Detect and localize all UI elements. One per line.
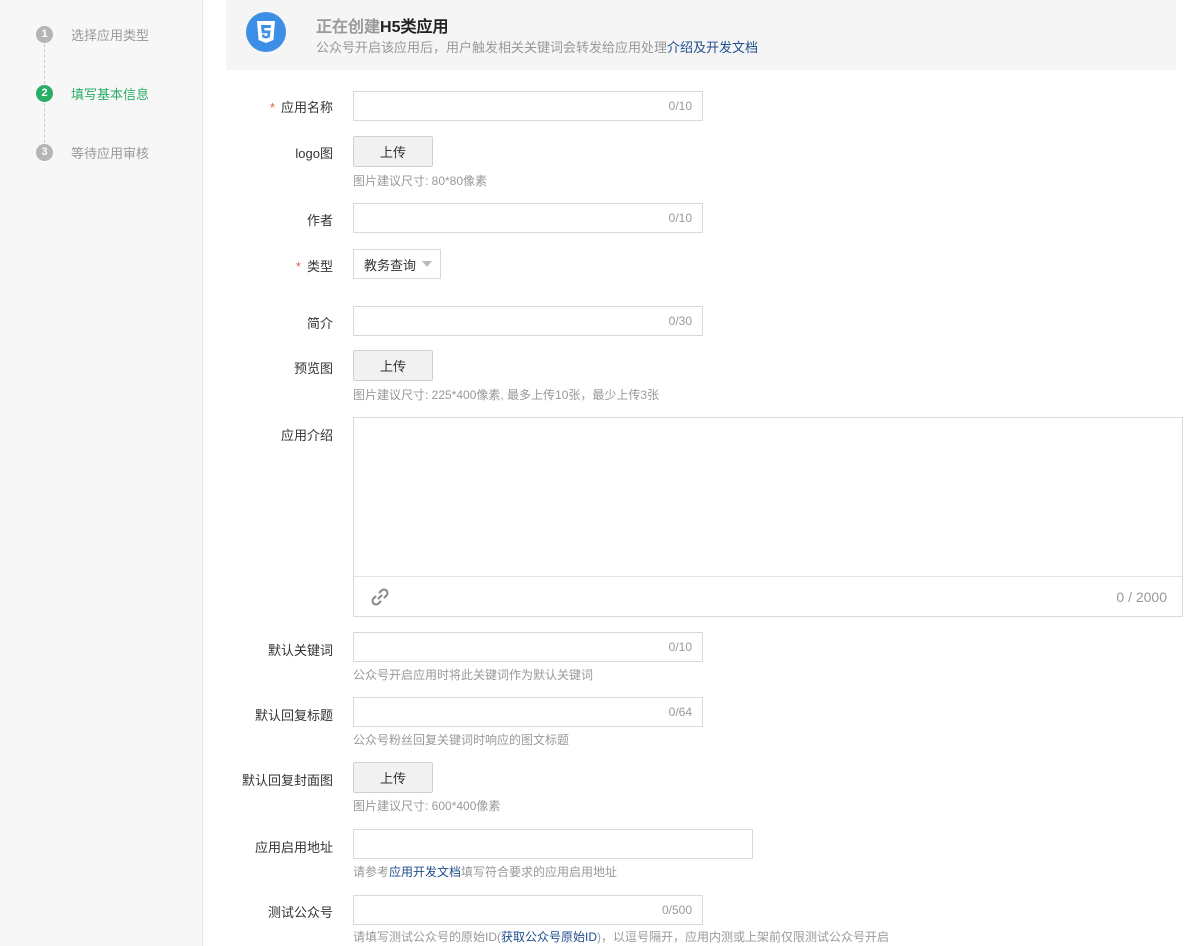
logo-hint: 图片建议尺寸: 80*80像素 <box>353 174 488 188</box>
step-label: 等待应用审核 <box>71 145 150 161</box>
test-account-label: 测试公众号 <box>267 905 333 920</box>
test-account-input[interactable]: 0/500 <box>353 895 703 925</box>
keyword-label: 默认关键词 <box>267 643 333 658</box>
intro-label: 简介 <box>306 316 333 331</box>
reply-cover-upload-button[interactable]: 上传 <box>353 762 433 793</box>
description-textarea[interactable]: 0 / 2000 <box>353 417 1183 617</box>
app-dev-docs-link[interactable]: 应用开发文档 <box>389 865 461 879</box>
preview-upload-button[interactable]: 上传 <box>353 350 433 381</box>
char-count: 0/30 <box>668 314 692 328</box>
char-count: 0/500 <box>661 903 692 917</box>
intro-input[interactable]: 0/30 <box>353 306 703 336</box>
preview-label: 预览图 <box>293 361 333 376</box>
char-count: 0/10 <box>668 99 692 113</box>
keyword-input[interactable]: 0/10 <box>353 632 703 662</box>
char-count: 0/10 <box>668 211 692 225</box>
step-number: 2 <box>36 84 53 102</box>
launch-url-label: 应用启用地址 <box>254 840 333 855</box>
step-3: 3 等待应用审核 <box>36 142 149 162</box>
steps-sidebar: 1 选择应用类型 2 填写基本信息 3 等待应用审核 <box>0 0 203 946</box>
launch-url-input[interactable] <box>353 829 753 859</box>
logo-label: logo图 <box>295 146 333 161</box>
description-label: 应用介绍 <box>280 428 333 443</box>
reply-cover-label: 默认回复封面图 <box>241 773 333 788</box>
keyword-hint: 公众号开启应用时将此关键词作为默认关键词 <box>353 668 594 682</box>
preview-hint: 图片建议尺寸: 225*400像素, 最多上传10张，最少上传3张 <box>353 388 660 402</box>
test-account-hint: 请填写测试公众号的原始ID(获取公众号原始ID)，以逗号隔开，应用内测或上架前仅… <box>353 930 890 944</box>
page-header: 正在创建H5类应用 公众号开启该应用后，用户触发相关关键词会转发给应用处理介绍及… <box>226 0 1176 70</box>
author-label: 作者 <box>306 213 333 228</box>
description-char-count: 0 / 2000 <box>1116 589 1167 605</box>
type-selected-value: 教务查询 <box>364 257 417 273</box>
page-title: 正在创建H5类应用 <box>316 19 449 36</box>
step-number: 3 <box>36 143 53 161</box>
step-1: 1 选择应用类型 <box>36 24 149 44</box>
author-input[interactable]: 0/10 <box>353 203 703 233</box>
step-label: 填写基本信息 <box>71 86 150 102</box>
reply-title-input[interactable]: 0/64 <box>353 697 703 727</box>
name-label: * 应用名称 <box>269 100 333 115</box>
get-original-id-link[interactable]: 获取公众号原始ID <box>501 930 597 944</box>
logo-upload-button[interactable]: 上传 <box>353 136 433 167</box>
app-name-input[interactable]: 0/10 <box>353 91 703 121</box>
step-number: 1 <box>36 25 53 43</box>
reply-title-hint: 公众号粉丝回复关键词时响应的图文标题 <box>353 733 570 747</box>
step-label: 选择应用类型 <box>71 27 150 43</box>
char-count: 0/64 <box>668 705 692 719</box>
type-select[interactable]: 教务查询 <box>353 249 441 279</box>
launch-url-hint: 请参考应用开发文档填写符合要求的应用启用地址 <box>353 865 618 879</box>
char-count: 0/10 <box>668 640 692 654</box>
editor-toolbar: 0 / 2000 <box>354 576 1182 616</box>
reply-title-label: 默认回复标题 <box>254 708 333 723</box>
link-icon[interactable] <box>370 587 390 610</box>
reply-cover-hint: 图片建议尺寸: 600*400像素 <box>353 799 501 813</box>
docs-link[interactable]: 介绍及开发文档 <box>667 40 758 55</box>
step-connector <box>44 103 45 143</box>
step-connector <box>44 44 45 84</box>
step-2: 2 填写基本信息 <box>36 83 149 103</box>
page-description: 公众号开启该应用后，用户触发相关关键词会转发给应用处理介绍及开发文档 <box>316 40 759 55</box>
type-label: * 类型 <box>295 259 333 274</box>
html5-icon <box>246 12 286 52</box>
chevron-down-icon <box>422 261 433 267</box>
